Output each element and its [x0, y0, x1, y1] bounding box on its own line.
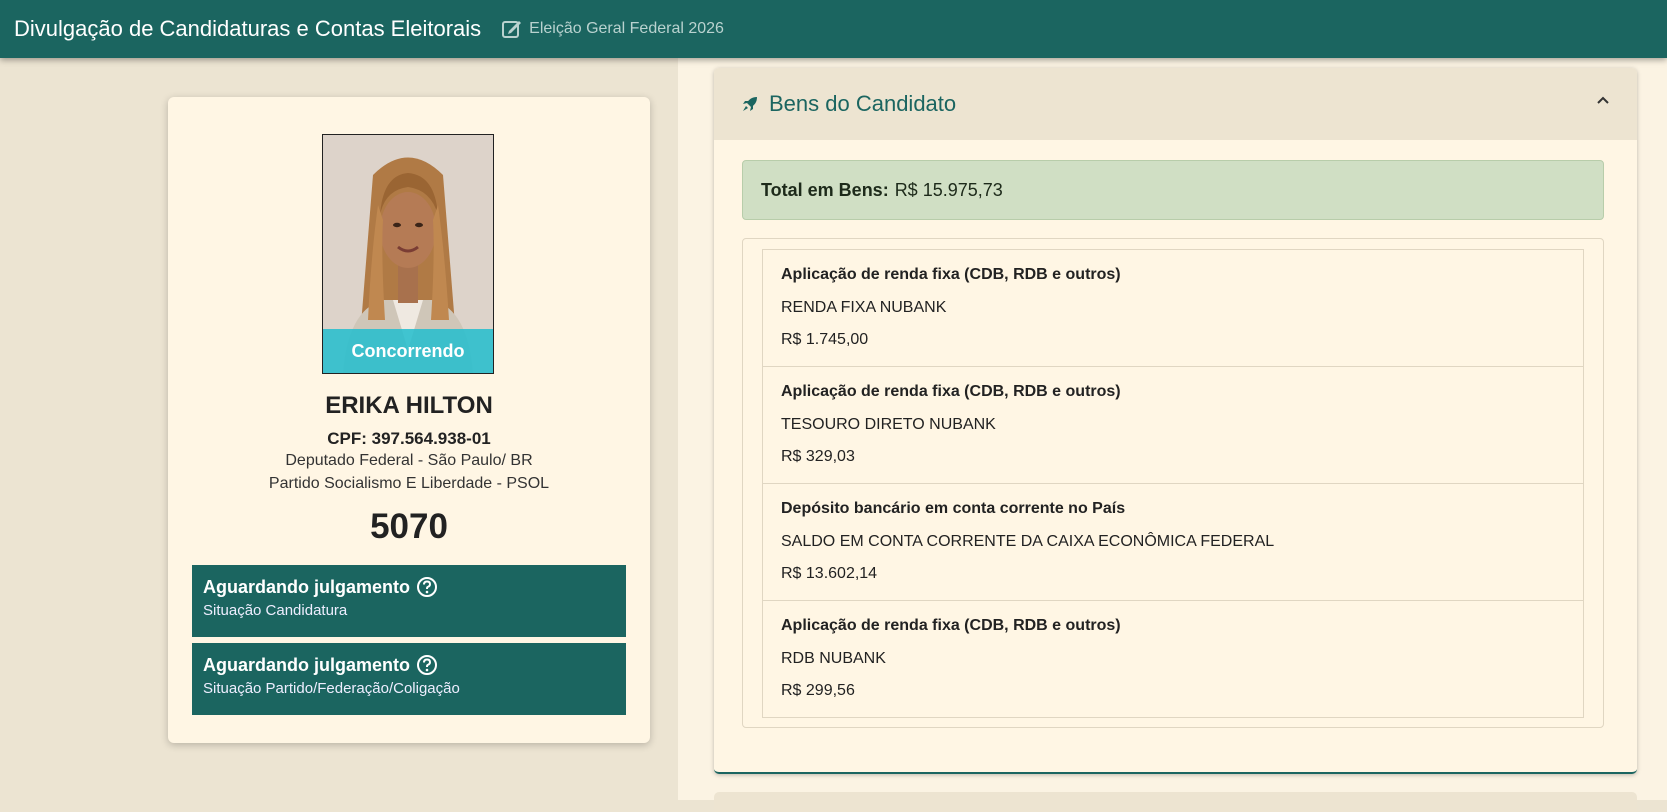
total-assets-label: Total em Bens:	[761, 179, 889, 200]
candidacy-situation-box: Aguardando julgamento Situação Candidatu…	[192, 565, 626, 637]
asset-description: TESOURO DIRETO NUBANK	[781, 416, 996, 433]
asset-value: R$ 1.745,00	[781, 331, 869, 348]
help-circle-icon[interactable]	[416, 654, 438, 676]
election-subtitle[interactable]: Eleição Geral Federal 2026	[529, 20, 724, 38]
left-pane: Concorrendo ERIKA HILTON CPF: 397.564.93…	[0, 58, 678, 800]
asset-description: RENDA FIXA NUBANK	[781, 299, 947, 316]
edit-square-icon[interactable]	[501, 18, 523, 40]
party-situation-label: Situação Partido/Federação/Coligação	[203, 680, 460, 697]
candidacy-status-banner: Concorrendo	[323, 329, 493, 373]
app-title: Divulgação de Candidaturas e Contas Elei…	[14, 16, 482, 41]
rocket-icon	[741, 95, 759, 113]
assets-list: Aplicação de renda fixa (CDB, RDB e outr…	[762, 249, 1584, 718]
list-item: Depósito bancário em conta corrente no P…	[763, 484, 1583, 601]
list-item: Aplicação de renda fixa (CDB, RDB e outr…	[763, 601, 1583, 718]
party-situation-status-row: Aguardando julgamento	[203, 654, 615, 676]
candidate-number: 5070	[370, 507, 448, 546]
top-bar: Divulgação de Candidaturas e Contas Elei…	[0, 0, 1667, 58]
list-item: Aplicação de renda fixa (CDB, RDB e outr…	[763, 367, 1583, 484]
asset-type: Aplicação de renda fixa (CDB, RDB e outr…	[781, 617, 1121, 634]
assets-list-container: Aplicação de renda fixa (CDB, RDB e outr…	[742, 238, 1604, 728]
list-item: Aplicação de renda fixa (CDB, RDB e outr…	[763, 250, 1583, 367]
assets-panel-header[interactable]: Bens do Candidato	[714, 68, 1637, 140]
next-panel-edge	[714, 792, 1637, 812]
asset-value: R$ 329,03	[781, 448, 855, 465]
candidacy-situation-label: Situação Candidatura	[203, 602, 348, 619]
asset-type: Aplicação de renda fixa (CDB, RDB e outr…	[781, 266, 1121, 283]
asset-type: Aplicação de renda fixa (CDB, RDB e outr…	[781, 383, 1121, 400]
candidate-office: Deputado Federal - São Paulo/ BR	[285, 452, 533, 469]
candidate-name: ERIKA HILTON	[325, 392, 493, 419]
asset-description: RDB NUBANK	[781, 650, 886, 667]
asset-value: R$ 299,56	[781, 682, 855, 699]
asset-value: R$ 13.602,14	[781, 565, 878, 582]
right-pane: Bens do Candidato Total em Bens: R$ 15.9…	[678, 58, 1667, 812]
candidate-party: Partido Socialismo E Liberdade - PSOL	[268, 475, 550, 492]
candidate-cpf: CPF: 397.564.938-01	[327, 429, 491, 448]
help-circle-icon[interactable]	[416, 576, 438, 598]
candidate-card: Concorrendo ERIKA HILTON CPF: 397.564.93…	[168, 97, 650, 743]
candidacy-situation-status: Aguardando julgamento	[203, 576, 410, 597]
assets-panel-title: Bens do Candidato	[769, 91, 957, 116]
asset-description: SALDO EM CONTA CORRENTE DA CAIXA ECONÔMI…	[781, 533, 1275, 550]
asset-type: Depósito bancário em conta corrente no P…	[781, 500, 1126, 517]
chevron-up-icon[interactable]	[1595, 94, 1611, 106]
total-assets-box: Total em Bens: R$ 15.975,73	[742, 160, 1604, 220]
party-situation-status: Aguardando julgamento	[203, 654, 410, 675]
assets-panel: Bens do Candidato Total em Bens: R$ 15.9…	[714, 68, 1637, 774]
party-situation-box: Aguardando julgamento Situação Partido/F…	[192, 643, 626, 715]
candidate-photo: Concorrendo	[322, 134, 494, 374]
candidacy-situation-status-row: Aguardando julgamento	[203, 576, 615, 598]
total-assets-value: R$ 15.975,73	[894, 179, 1003, 200]
